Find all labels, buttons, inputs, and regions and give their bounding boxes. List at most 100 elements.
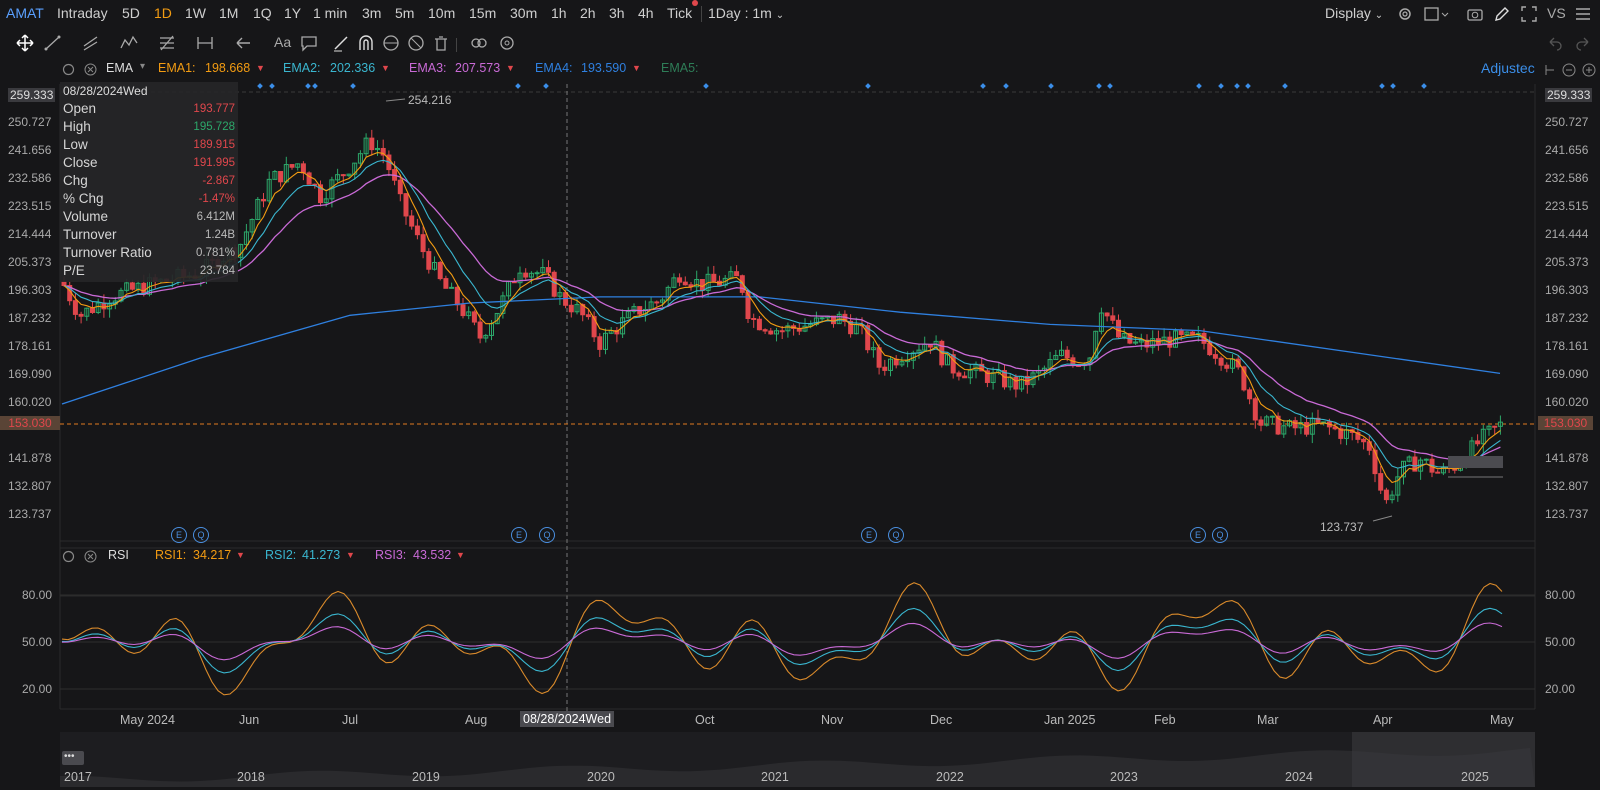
time-label: May 2024 (120, 713, 175, 727)
candle-body (278, 171, 284, 183)
earnings-event-icon[interactable]: E (511, 527, 527, 543)
candle-body (437, 261, 443, 280)
caret-down-icon[interactable]: ▼ (456, 550, 465, 560)
price-label: 160.020 (1545, 395, 1589, 409)
candle-body (1304, 422, 1310, 435)
year-label: 2023 (1110, 770, 1138, 784)
price-label: 169.090 (8, 367, 52, 381)
price-label: 132.807 (8, 479, 52, 493)
caret-down-icon[interactable]: ▼ (346, 550, 355, 560)
candle-body (1492, 425, 1498, 428)
tooltip-key: Chg (63, 173, 88, 188)
tooltip-key: High (63, 119, 91, 134)
candle-body (876, 347, 882, 368)
candle-body (101, 302, 107, 310)
earnings-call-icon[interactable]: Q (1212, 527, 1228, 543)
tooltip-row-open: Open 193.777 (63, 101, 235, 119)
tooltip-value: 6.412M (196, 211, 235, 223)
price-label: 232.586 (1545, 171, 1589, 185)
tooltip-key: P/E (63, 263, 85, 278)
tooltip-row-chg: Chg -2.867 (63, 173, 235, 191)
candle-body (546, 267, 551, 273)
candle-body (397, 179, 403, 195)
candle-body (585, 314, 591, 318)
earnings-event-icon[interactable]: E (171, 527, 187, 543)
price-label: 241.656 (8, 143, 52, 157)
candle-body (819, 317, 825, 320)
candle-body (460, 304, 466, 317)
crosshair-date-tag: 08/28/2024Wed (520, 711, 615, 727)
tooltip-value: 189.915 (193, 139, 235, 151)
price-label: 141.878 (8, 451, 52, 465)
low-marker-line (1372, 515, 1393, 522)
earnings-call-icon[interactable]: Q (193, 527, 209, 543)
candle-body (568, 304, 574, 313)
last-price-tag-left: 153.030 (0, 416, 60, 430)
high-marker-label: 254.216 (408, 93, 452, 107)
price-label: 250.727 (8, 115, 52, 129)
candle-body (591, 316, 597, 338)
time-label: Mar (1257, 713, 1279, 727)
price-label: 250.727 (1545, 115, 1589, 129)
candle-body (779, 330, 785, 333)
tooltip-value: 195.728 (193, 121, 235, 133)
rsi-axis-label: 80.00 (1545, 588, 1576, 602)
candle-body (1110, 315, 1116, 321)
candle-body (768, 330, 774, 335)
time-label: Jun (239, 713, 260, 727)
price-label: 241.656 (1545, 143, 1589, 157)
tooltip-value: 1.24B (204, 229, 235, 241)
caret-down-icon[interactable]: ▼ (236, 550, 245, 560)
price-label: 196.303 (1545, 283, 1589, 297)
earnings-call-icon[interactable]: Q (888, 527, 904, 543)
candle-body (403, 193, 409, 217)
candles-group (61, 129, 1503, 504)
candle-body (1116, 319, 1121, 338)
tooltip-row-turnover: Turnover 1.24B (63, 227, 235, 245)
candle-body (1104, 312, 1110, 317)
candle-body (962, 375, 968, 379)
rsi-axis-label: 80.00 (22, 588, 53, 602)
candle-body (414, 225, 420, 236)
rsi3-label: RSI3: (375, 548, 407, 562)
price-label: 259.333 (8, 88, 56, 102)
candle-body (1212, 354, 1218, 359)
candle-body (1258, 419, 1264, 426)
earnings-event-icon[interactable]: E (861, 527, 877, 543)
rsi-name[interactable]: RSI (108, 548, 129, 562)
price-label: 123.737 (1545, 507, 1589, 521)
high-marker-line (385, 98, 406, 102)
candle-body (1064, 349, 1070, 359)
year-label: 2020 (587, 770, 615, 784)
candle-body (711, 273, 717, 282)
tooltip-value: -1.47% (198, 193, 235, 205)
candle-body (1178, 330, 1184, 335)
price-label: 178.161 (1545, 339, 1589, 353)
rsi-settings-icon[interactable] (62, 550, 75, 563)
candle-body (300, 163, 306, 174)
candle-body (420, 234, 426, 253)
rsi2-value: 41.273 (302, 548, 341, 562)
tooltip-row-pct-chg: % Chg -1.47% (63, 191, 235, 209)
rsi-close-icon[interactable] (84, 550, 97, 563)
earnings-call-icon[interactable]: Q (539, 527, 555, 543)
candle-body (261, 198, 266, 202)
price-chart[interactable] (0, 0, 1600, 790)
candle-body (534, 272, 540, 275)
candle-body (1435, 471, 1441, 474)
rsi1-label: RSI1: (155, 548, 187, 562)
price-label: 205.373 (1545, 255, 1589, 269)
price-label: 141.878 (1545, 451, 1589, 465)
overview-handle-dots: ••• (64, 751, 75, 762)
overview-window[interactable] (1352, 732, 1535, 787)
candle-body (449, 286, 455, 289)
time-label: Aug (465, 713, 488, 727)
candle-body (551, 271, 557, 297)
candle-body (129, 282, 135, 290)
price-label: 214.444 (1545, 227, 1589, 241)
tooltip-key: Turnover (63, 227, 117, 242)
candle-body (734, 271, 740, 277)
time-label: Dec (930, 713, 953, 727)
earnings-event-icon[interactable]: E (1190, 527, 1206, 543)
ema2-line (63, 159, 1501, 469)
